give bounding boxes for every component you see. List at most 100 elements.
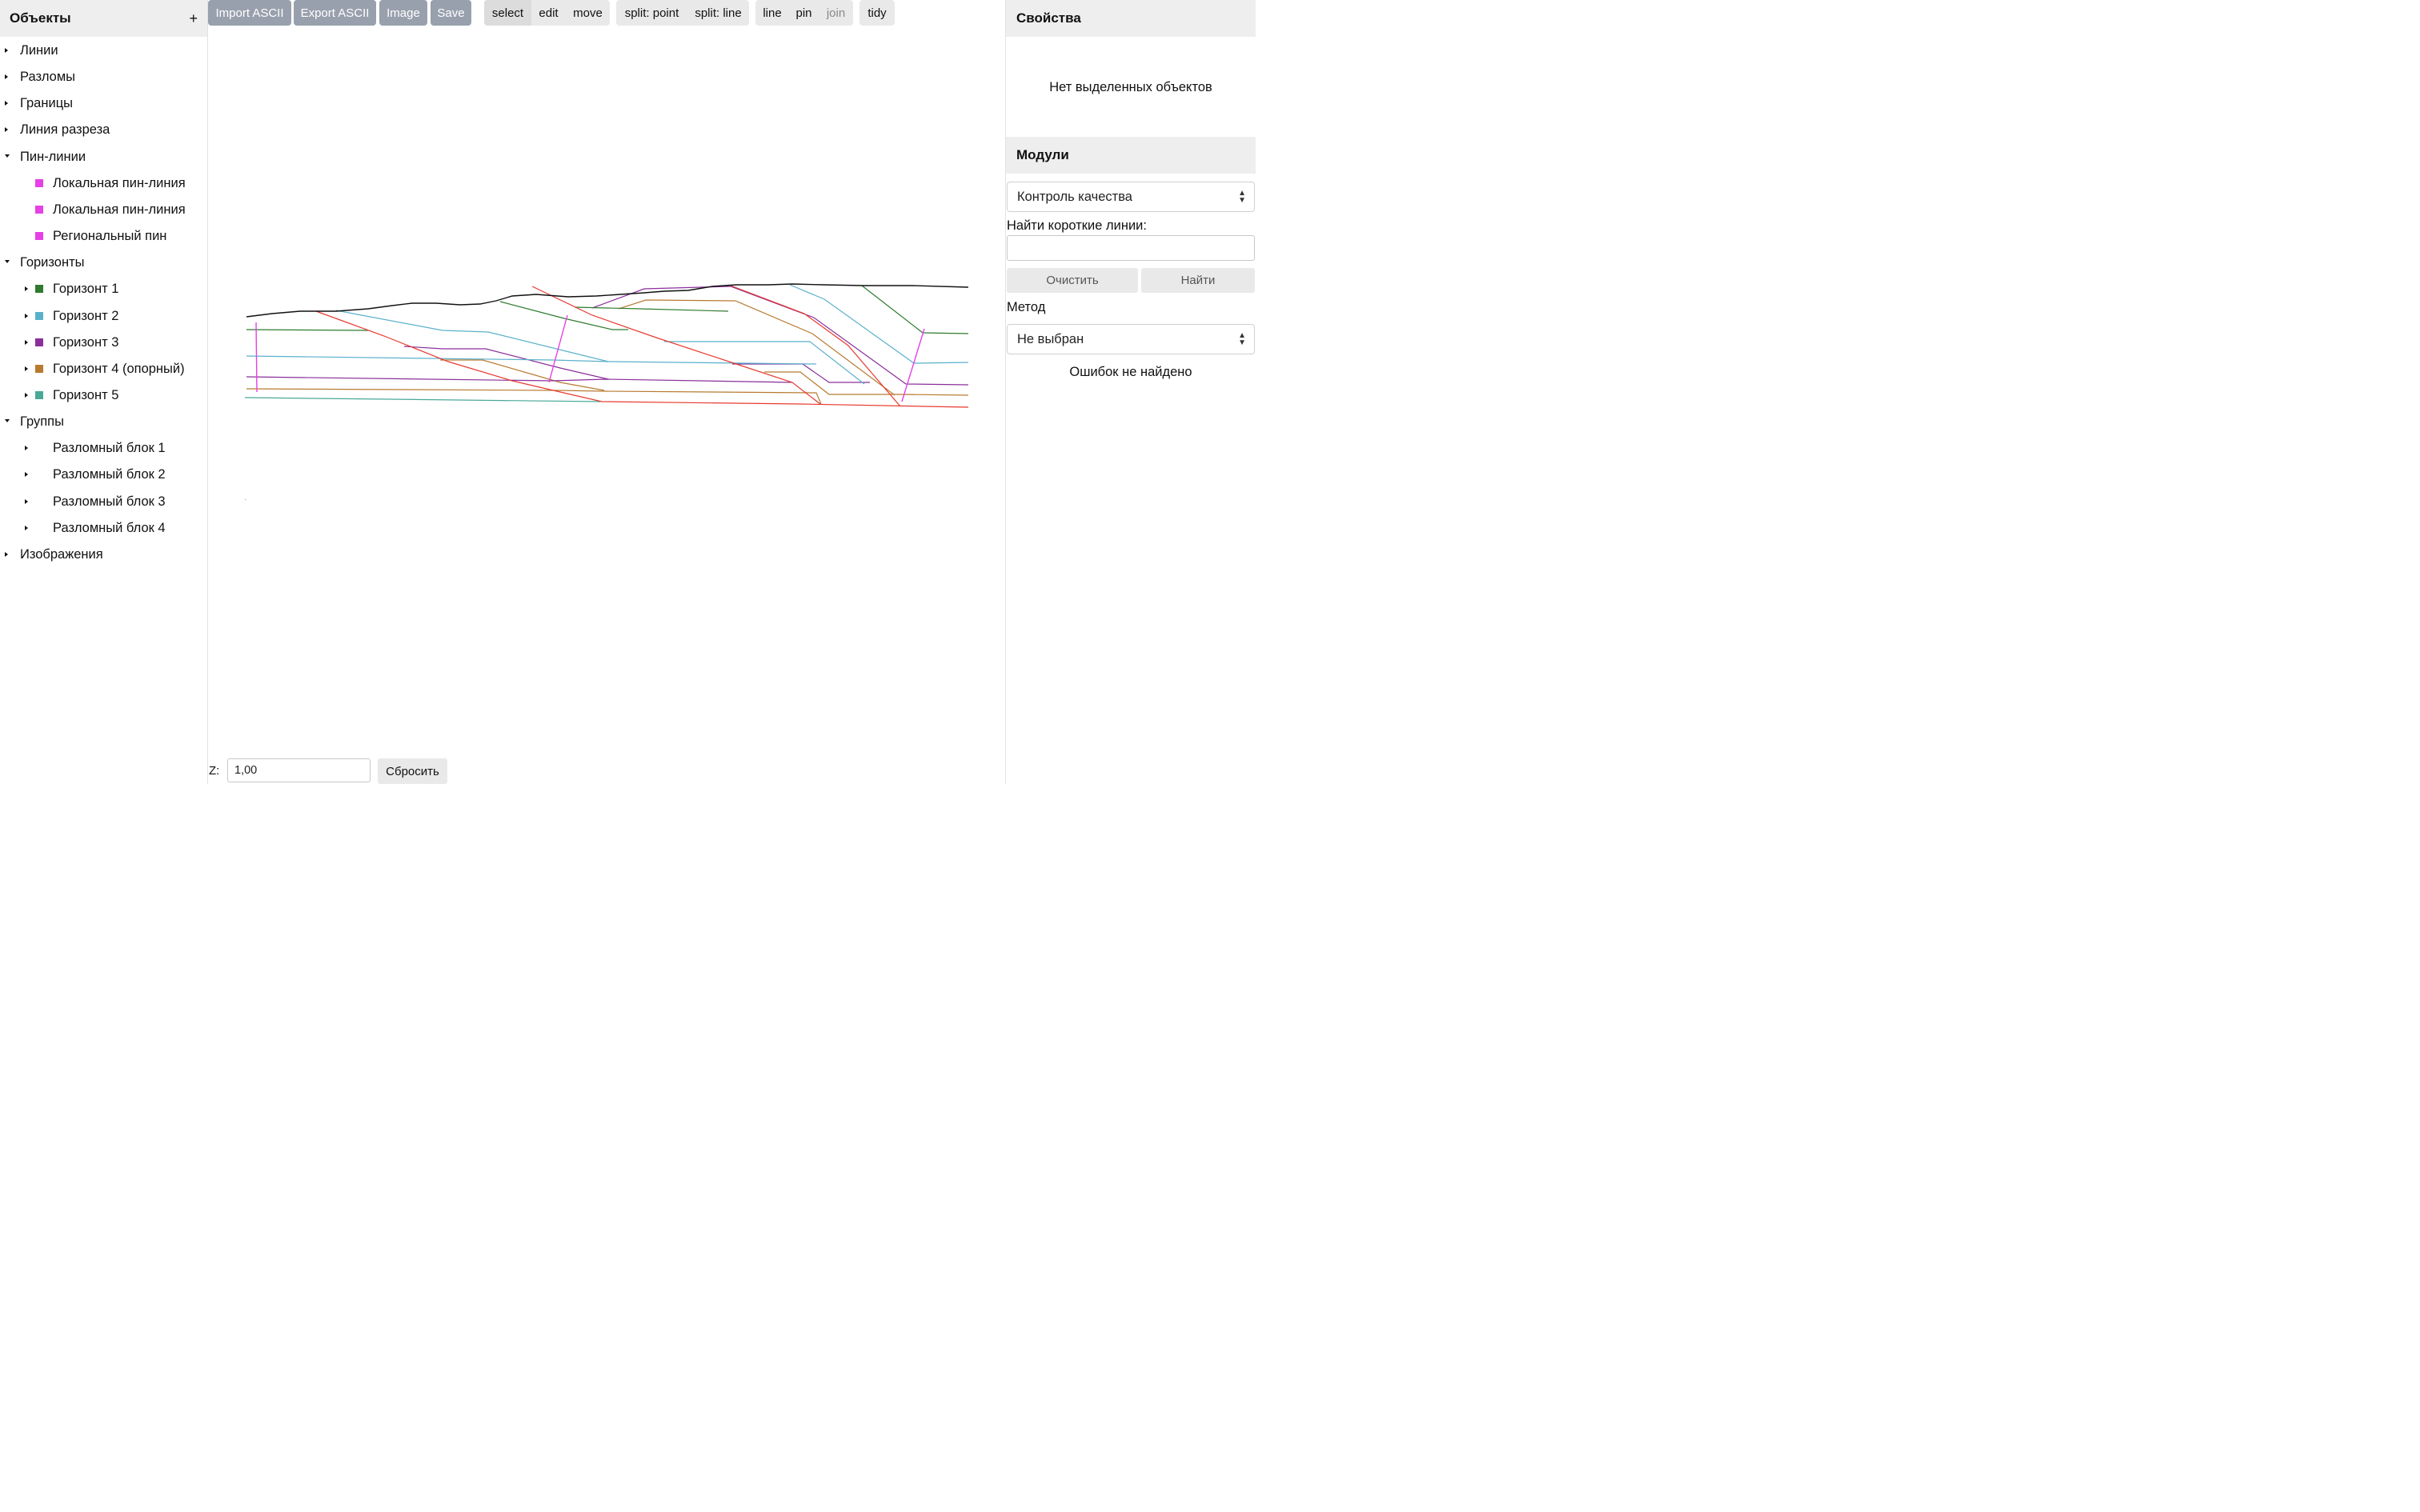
caret-right-icon[interactable] bbox=[25, 498, 28, 504]
export-ascii-button[interactable]: Export ASCII bbox=[294, 0, 376, 26]
horizon-2-line[interactable] bbox=[789, 284, 969, 364]
tree-item-label: Изображения bbox=[20, 546, 103, 562]
objects-title: Объекты bbox=[10, 10, 71, 26]
horizon-2-line[interactable] bbox=[246, 355, 817, 365]
caret-right-icon[interactable] bbox=[5, 551, 8, 557]
split-button-group: split: point split: line bbox=[616, 0, 749, 26]
line-tool-button[interactable]: line bbox=[755, 0, 789, 26]
modules-title: Модули bbox=[1016, 147, 1069, 162]
tree-item-label: Пин-линии bbox=[20, 149, 86, 164]
find-button[interactable]: Найти bbox=[1141, 268, 1255, 293]
horizon-4-line[interactable] bbox=[440, 359, 605, 391]
caret-right-icon[interactable] bbox=[25, 525, 28, 530]
properties-header: Свойства bbox=[1006, 0, 1256, 37]
tree-item-label: Локальная пин-линия bbox=[53, 202, 186, 217]
tree-item-label: Разломный блок 2 bbox=[53, 467, 166, 482]
horizon-5-line[interactable] bbox=[244, 397, 601, 402]
tree-item-label: Горизонт 1 bbox=[53, 282, 119, 297]
tidy-button[interactable]: tidy bbox=[859, 0, 895, 26]
tree-item-label: Группы bbox=[20, 414, 64, 430]
caret-down-icon[interactable] bbox=[5, 419, 10, 423]
tree-item-label: Горизонт 4 (опорный) bbox=[53, 361, 185, 376]
import-ascii-button[interactable]: Import ASCII bbox=[208, 0, 291, 26]
clear-button[interactable]: Очистить bbox=[1007, 268, 1138, 293]
local-pin-line[interactable] bbox=[548, 314, 568, 383]
tree-item-label: Разломный блок 4 bbox=[53, 520, 166, 535]
mode-button-group: select edit move bbox=[484, 0, 610, 26]
horizon-3-line[interactable] bbox=[403, 346, 609, 380]
caret-down-icon[interactable] bbox=[5, 260, 10, 264]
color-swatch bbox=[35, 205, 43, 214]
move-mode-button[interactable]: move bbox=[566, 0, 610, 26]
properties-panel: v Свойства Нет выделенных объектов Модул… bbox=[1005, 0, 1256, 784]
edit-mode-button[interactable]: edit bbox=[531, 0, 566, 26]
tree-item-label: Разломы bbox=[20, 70, 76, 85]
caret-right-icon[interactable] bbox=[25, 339, 28, 345]
tree-item-label: Линия разреза bbox=[20, 122, 110, 138]
horizon-4-line[interactable] bbox=[764, 371, 969, 396]
short-lines-input[interactable] bbox=[1007, 235, 1255, 261]
horizon-4-line[interactable] bbox=[246, 388, 822, 405]
properties-title: Свойства bbox=[1016, 10, 1081, 26]
z-label: Z: bbox=[209, 764, 220, 778]
tree-item-label: Линии bbox=[20, 43, 58, 58]
join-tool-button[interactable]: join bbox=[819, 0, 853, 26]
origin-marker bbox=[244, 498, 246, 501]
caret-right-icon[interactable] bbox=[5, 127, 8, 133]
no-selection-text: Нет выделенных объектов bbox=[1049, 80, 1212, 94]
image-button[interactable]: Image bbox=[379, 0, 427, 26]
modules-header: Модули bbox=[1006, 137, 1256, 174]
color-swatch bbox=[35, 285, 43, 294]
select-caret-icon: ▲ ▼ bbox=[1238, 189, 1246, 205]
topography-line[interactable] bbox=[246, 283, 969, 318]
horizon-1-line[interactable] bbox=[861, 285, 969, 334]
caret-right-icon[interactable] bbox=[25, 366, 28, 371]
save-button[interactable]: Save bbox=[431, 0, 471, 26]
horizon-1-line[interactable] bbox=[574, 306, 729, 312]
add-object-button[interactable]: + bbox=[189, 11, 198, 26]
reset-button[interactable]: Сбросить bbox=[378, 758, 447, 784]
draw-button-group: line pin join bbox=[755, 0, 853, 26]
tree-item-label: Границы bbox=[20, 96, 73, 111]
qc-result-text: Ошибок не найдено bbox=[1069, 365, 1192, 379]
caret-right-icon[interactable] bbox=[25, 472, 28, 478]
z-scale-input[interactable] bbox=[227, 758, 371, 782]
tree-item-label: Горизонт 5 bbox=[53, 387, 119, 402]
horizon-4-line[interactable] bbox=[618, 299, 895, 396]
caret-right-icon[interactable] bbox=[5, 48, 8, 53]
tree-item-label: Разломный блок 3 bbox=[53, 494, 166, 509]
horizon-2-line[interactable] bbox=[335, 310, 609, 362]
horizon-3-line[interactable] bbox=[246, 376, 793, 383]
tree-item-label: Локальная пин-линия bbox=[53, 175, 186, 190]
module-select[interactable]: Контроль качества ▲ ▼ bbox=[1007, 182, 1255, 212]
caret-right-icon[interactable] bbox=[5, 101, 8, 106]
tree-item-label: Разломный блок 1 bbox=[53, 441, 166, 456]
method-select[interactable]: Не выбран ▲ ▼ bbox=[1007, 324, 1255, 354]
caret-right-icon[interactable] bbox=[25, 286, 28, 292]
caret-right-icon[interactable] bbox=[25, 313, 28, 318]
caret-right-icon[interactable] bbox=[5, 74, 8, 80]
caret-right-icon[interactable] bbox=[25, 392, 28, 398]
section-canvas[interactable] bbox=[208, 26, 1004, 758]
caret-down-icon[interactable] bbox=[5, 154, 10, 158]
color-swatch bbox=[35, 338, 43, 346]
select-mode-button[interactable]: select bbox=[484, 0, 531, 26]
objects-header: Объекты + bbox=[0, 0, 207, 37]
split-point-button[interactable]: split: point bbox=[616, 0, 687, 26]
module-select-value: Контроль качества bbox=[1017, 189, 1132, 204]
tidy-button-group: tidy bbox=[859, 0, 895, 26]
section-drawing bbox=[244, 283, 969, 501]
color-swatch bbox=[35, 390, 43, 399]
regional-pin-line[interactable] bbox=[901, 328, 925, 402]
objects-panel: Объекты + Линии Разломы Границы Линия разре… bbox=[0, 0, 208, 784]
local-pin-line[interactable] bbox=[255, 322, 258, 393]
fault-line[interactable] bbox=[315, 310, 969, 408]
caret-right-icon[interactable] bbox=[25, 446, 28, 451]
split-line-button[interactable]: split: line bbox=[687, 0, 749, 26]
color-swatch bbox=[35, 232, 43, 241]
short-lines-label: Найти короткие линии: bbox=[1007, 218, 1147, 233]
tree-item-label: Горизонты bbox=[20, 255, 85, 270]
tree-item-label: Горизонт 3 bbox=[53, 334, 119, 350]
method-label: Метод bbox=[1007, 300, 1046, 314]
pin-tool-button[interactable]: pin bbox=[789, 0, 819, 26]
